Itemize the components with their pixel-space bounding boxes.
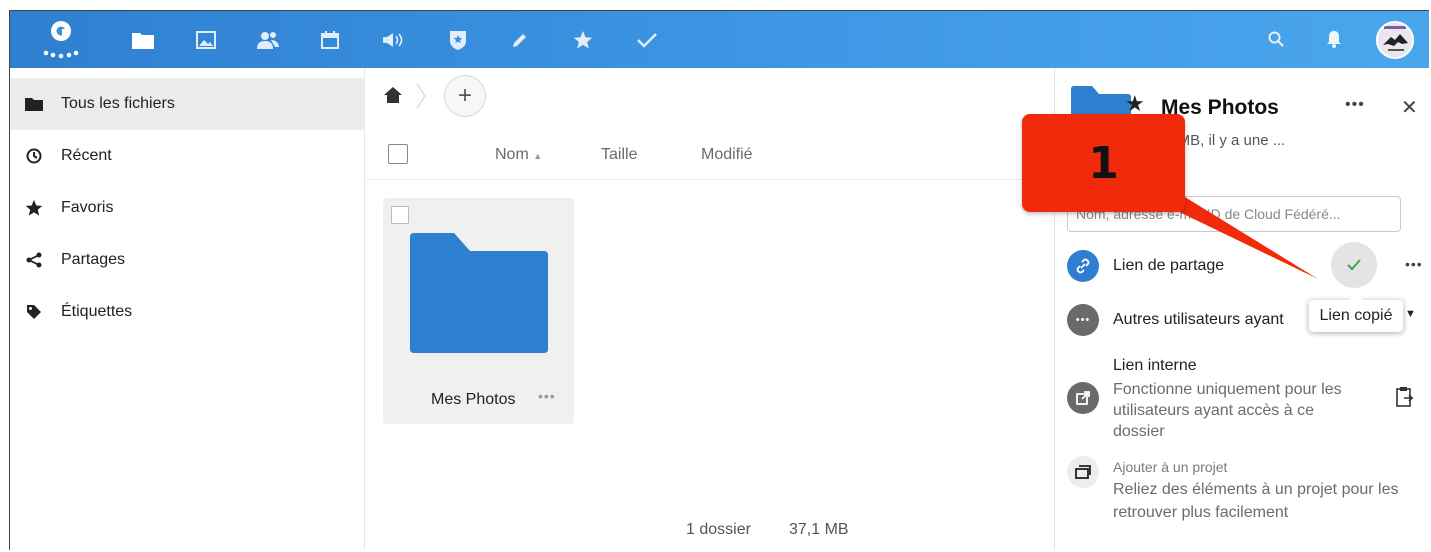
sidebar-item-recent[interactable]: Récent [10, 130, 365, 182]
more-options-icon[interactable]: ••• [538, 388, 556, 404]
select-all-checkbox[interactable] [388, 144, 408, 164]
home-icon[interactable] [382, 85, 404, 105]
photos-icon[interactable] [193, 27, 219, 53]
file-list-header: Nom ▲ Taille Modifié [366, 134, 1054, 180]
calendar-icon[interactable] [317, 27, 343, 53]
files-icon[interactable] [130, 27, 156, 53]
clock-icon [24, 146, 44, 166]
internal-link-title: Lien interne [1113, 357, 1197, 374]
share-icon [24, 250, 44, 270]
security-icon[interactable] [445, 27, 471, 53]
copy-link-button[interactable] [1331, 242, 1377, 288]
navigation-sidebar: Tous les fichiers Récent Favoris Partage… [10, 68, 365, 550]
folder-icon [24, 94, 44, 114]
project-icon [1067, 456, 1099, 488]
add-project-title[interactable]: Ajouter à un projet [1113, 459, 1227, 475]
edit-icon[interactable] [507, 27, 533, 53]
copied-tooltip: Lien copié [1309, 293, 1403, 332]
logo-icon[interactable] [40, 17, 84, 63]
files-list: + Nom ▲ Taille Modifié Mes Photos ••• 1 … [366, 68, 1054, 550]
others-icon: ••• [1067, 304, 1099, 336]
sidebar-item-shares[interactable]: Partages [10, 234, 365, 286]
sidebar-item-all-files[interactable]: Tous les fichiers [10, 78, 365, 130]
sidebar-item-tags[interactable]: Étiquettes [10, 286, 365, 338]
star-icon [24, 198, 44, 218]
folder-tile[interactable]: Mes Photos ••• [383, 198, 574, 424]
contacts-icon[interactable] [255, 27, 281, 53]
add-new-button[interactable]: + [444, 75, 486, 117]
tasks-icon[interactable] [634, 27, 660, 53]
external-link-icon [1067, 382, 1099, 414]
favorites-icon[interactable] [570, 27, 596, 53]
details-more-icon[interactable]: ••• [1345, 96, 1365, 114]
other-users-label[interactable]: Autres utilisateurs ayant [1113, 311, 1284, 329]
summary-total-size: 37,1 MB [789, 521, 849, 538]
checkmark-icon [1347, 259, 1361, 271]
column-name[interactable]: Nom ▲ [495, 146, 542, 164]
folder-icon [410, 233, 548, 353]
internal-link-description: Fonctionne uniquement pour les utilisate… [1113, 381, 1342, 440]
top-bar [10, 11, 1429, 68]
column-modified[interactable]: Modifié [701, 146, 753, 164]
sidebar-item-label: Partages [61, 251, 126, 268]
share-link-more-icon[interactable]: ••• [1405, 256, 1423, 272]
folder-name[interactable]: Mes Photos [431, 391, 515, 409]
search-icon[interactable] [1262, 25, 1290, 53]
sidebar-item-favorites[interactable]: Favoris [10, 182, 365, 234]
tag-icon [24, 302, 44, 322]
sidebar-item-label: Tous les fichiers [61, 95, 175, 112]
annotation-badge: 1 [1022, 114, 1185, 212]
select-checkbox[interactable] [391, 206, 409, 224]
annotation-number: 1 [1088, 138, 1119, 189]
column-size[interactable]: Taille [601, 146, 637, 164]
sidebar-item-label: Récent [61, 147, 112, 164]
close-icon[interactable]: ✕ [1401, 95, 1418, 120]
clipboard-icon[interactable] [1395, 386, 1415, 408]
breadcrumb-separator [416, 83, 426, 109]
app-window: Tous les fichiers Récent Favoris Partage… [9, 10, 1429, 550]
sidebar-item-label: Étiquettes [61, 303, 133, 320]
avatar[interactable] [1376, 21, 1414, 59]
summary-folder-count: 1 dossier [686, 521, 751, 538]
sidebar-item-label: Favoris [61, 199, 114, 216]
chevron-down-icon[interactable]: ▼ [1405, 308, 1416, 320]
add-project-description: Reliez des éléments à un projet pour les… [1113, 481, 1399, 521]
announcements-icon[interactable] [380, 27, 406, 53]
notifications-bell-icon[interactable] [1320, 25, 1348, 53]
